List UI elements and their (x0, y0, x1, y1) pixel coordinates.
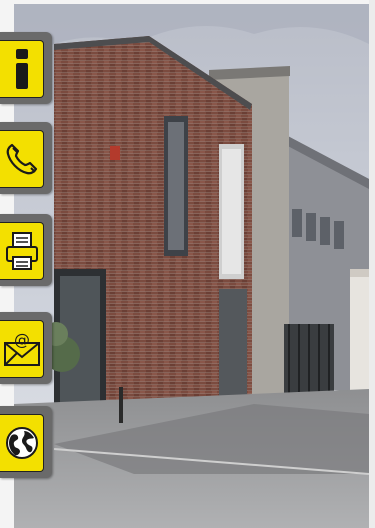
email-tile: @ (0, 320, 44, 378)
phone-button[interactable] (0, 122, 52, 194)
fax-tile (0, 222, 44, 280)
web-tile (0, 414, 44, 472)
right-border (369, 0, 375, 528)
building-photo (14, 4, 369, 528)
fax-icon (5, 232, 38, 270)
info-icon (15, 49, 28, 89)
phone-icon (6, 143, 37, 175)
globe-icon (5, 427, 38, 459)
email-button[interactable]: @ (0, 312, 52, 384)
info-button[interactable] (0, 32, 52, 104)
fax-button[interactable] (0, 214, 52, 286)
web-button[interactable] (0, 406, 52, 478)
info-tile (0, 40, 44, 98)
email-icon: @ (3, 331, 40, 366)
svg-text:@: @ (14, 331, 30, 349)
phone-tile (0, 130, 44, 188)
